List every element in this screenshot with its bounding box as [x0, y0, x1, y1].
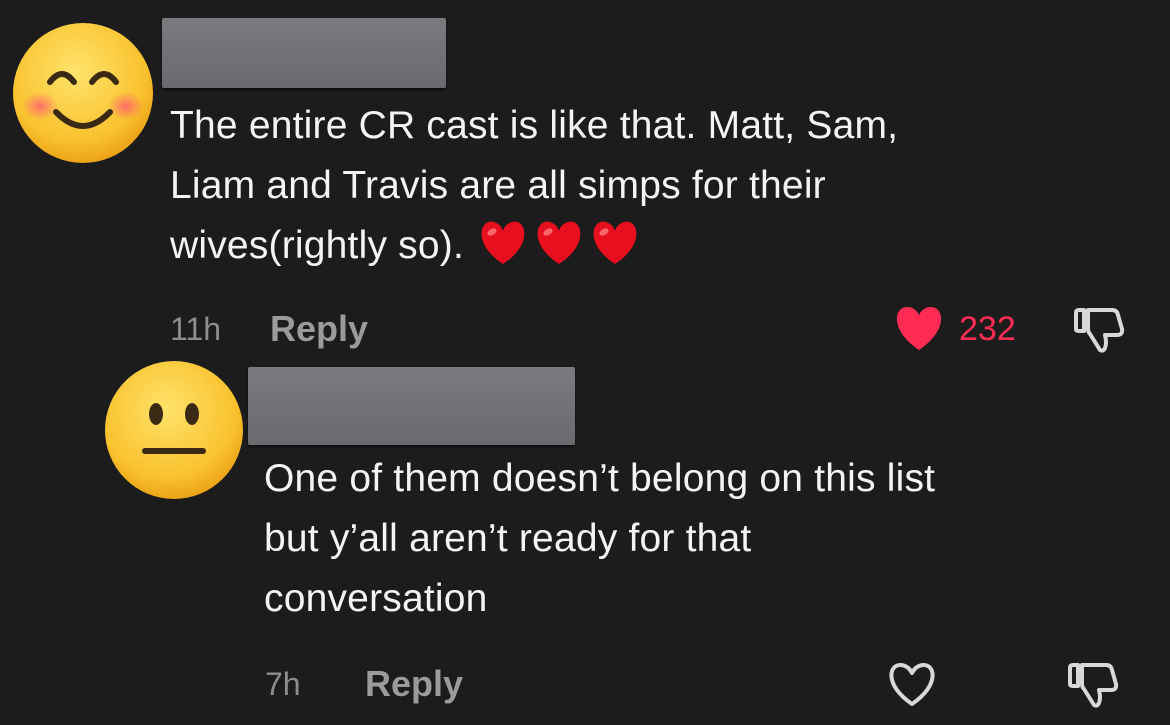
comment-line: wives(rightly so). — [170, 216, 898, 284]
thumbs-down-icon[interactable] — [1066, 662, 1120, 708]
reply-button[interactable]: Reply — [270, 307, 368, 351]
comment-text: One of them doesn’t belong on this list … — [264, 449, 935, 629]
heart-emoji-icon — [481, 221, 525, 264]
heart-emoji-group — [478, 220, 646, 284]
comment-line-text: wives(rightly so). — [170, 224, 464, 267]
timestamp: 7h — [265, 666, 301, 702]
username-redacted[interactable] — [162, 18, 446, 88]
comment-text: The entire CR cast is like that. Matt, S… — [170, 96, 898, 284]
timestamp: 11h — [170, 311, 222, 347]
like-count: 232 — [959, 309, 1016, 348]
thumbs-down-icon[interactable] — [1072, 307, 1126, 353]
comment-line: The entire CR cast is like that. Matt, S… — [170, 104, 899, 147]
avatar[interactable] — [12, 22, 154, 164]
heart-outline-icon[interactable] — [886, 662, 938, 708]
heart-emoji-icon — [593, 221, 637, 264]
neutral-face-emoji-icon — [105, 361, 243, 499]
username-redacted[interactable] — [248, 367, 575, 445]
comment-line: conversation — [264, 577, 488, 620]
comment-line: One of them doesn’t belong on this list — [264, 457, 936, 500]
comment-meta: 7h Reply — [0, 662, 1170, 708]
comment-meta: 11h Reply 232 — [0, 306, 1170, 353]
comment-line: but y’all aren’t ready for that — [264, 517, 752, 560]
reply-button[interactable]: Reply — [365, 662, 463, 706]
like-button[interactable]: 232 — [893, 306, 1016, 351]
smiling-blushing-emoji-icon — [13, 23, 153, 163]
avatar[interactable] — [104, 360, 244, 500]
heart-emoji-icon — [537, 221, 581, 264]
comment-line: Liam and Travis are all simps for their — [170, 164, 826, 207]
heart-filled-icon — [896, 306, 942, 350]
